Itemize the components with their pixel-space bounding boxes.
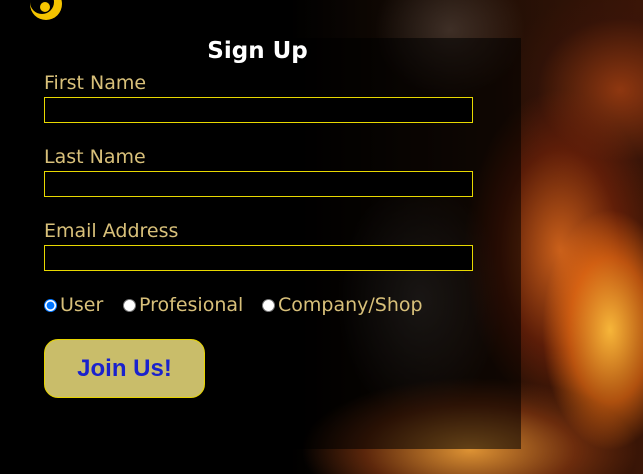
first-name-field[interactable] xyxy=(44,97,473,123)
radio-option-profesional[interactable]: Profesional xyxy=(123,294,243,316)
radio-company-shop-label: Company/Shop xyxy=(278,294,423,316)
radio-option-company-shop[interactable]: Company/Shop xyxy=(262,294,423,316)
page-title: Sign Up xyxy=(207,38,308,64)
radio-profesional-label: Profesional xyxy=(139,294,244,316)
email-label: Email Address xyxy=(44,220,179,242)
radio-user[interactable] xyxy=(44,298,57,312)
email-field[interactable] xyxy=(44,245,473,271)
radio-user-label: User xyxy=(60,294,104,316)
radio-company-shop[interactable] xyxy=(262,298,275,312)
join-us-button[interactable]: Join Us! xyxy=(44,339,205,398)
radio-profesional[interactable] xyxy=(123,298,136,312)
first-name-label: First Name xyxy=(44,72,147,94)
last-name-label: Last Name xyxy=(44,146,146,168)
radio-option-user[interactable]: User xyxy=(44,294,103,316)
crescent-logo-icon xyxy=(30,0,62,20)
last-name-field[interactable] xyxy=(44,171,473,197)
